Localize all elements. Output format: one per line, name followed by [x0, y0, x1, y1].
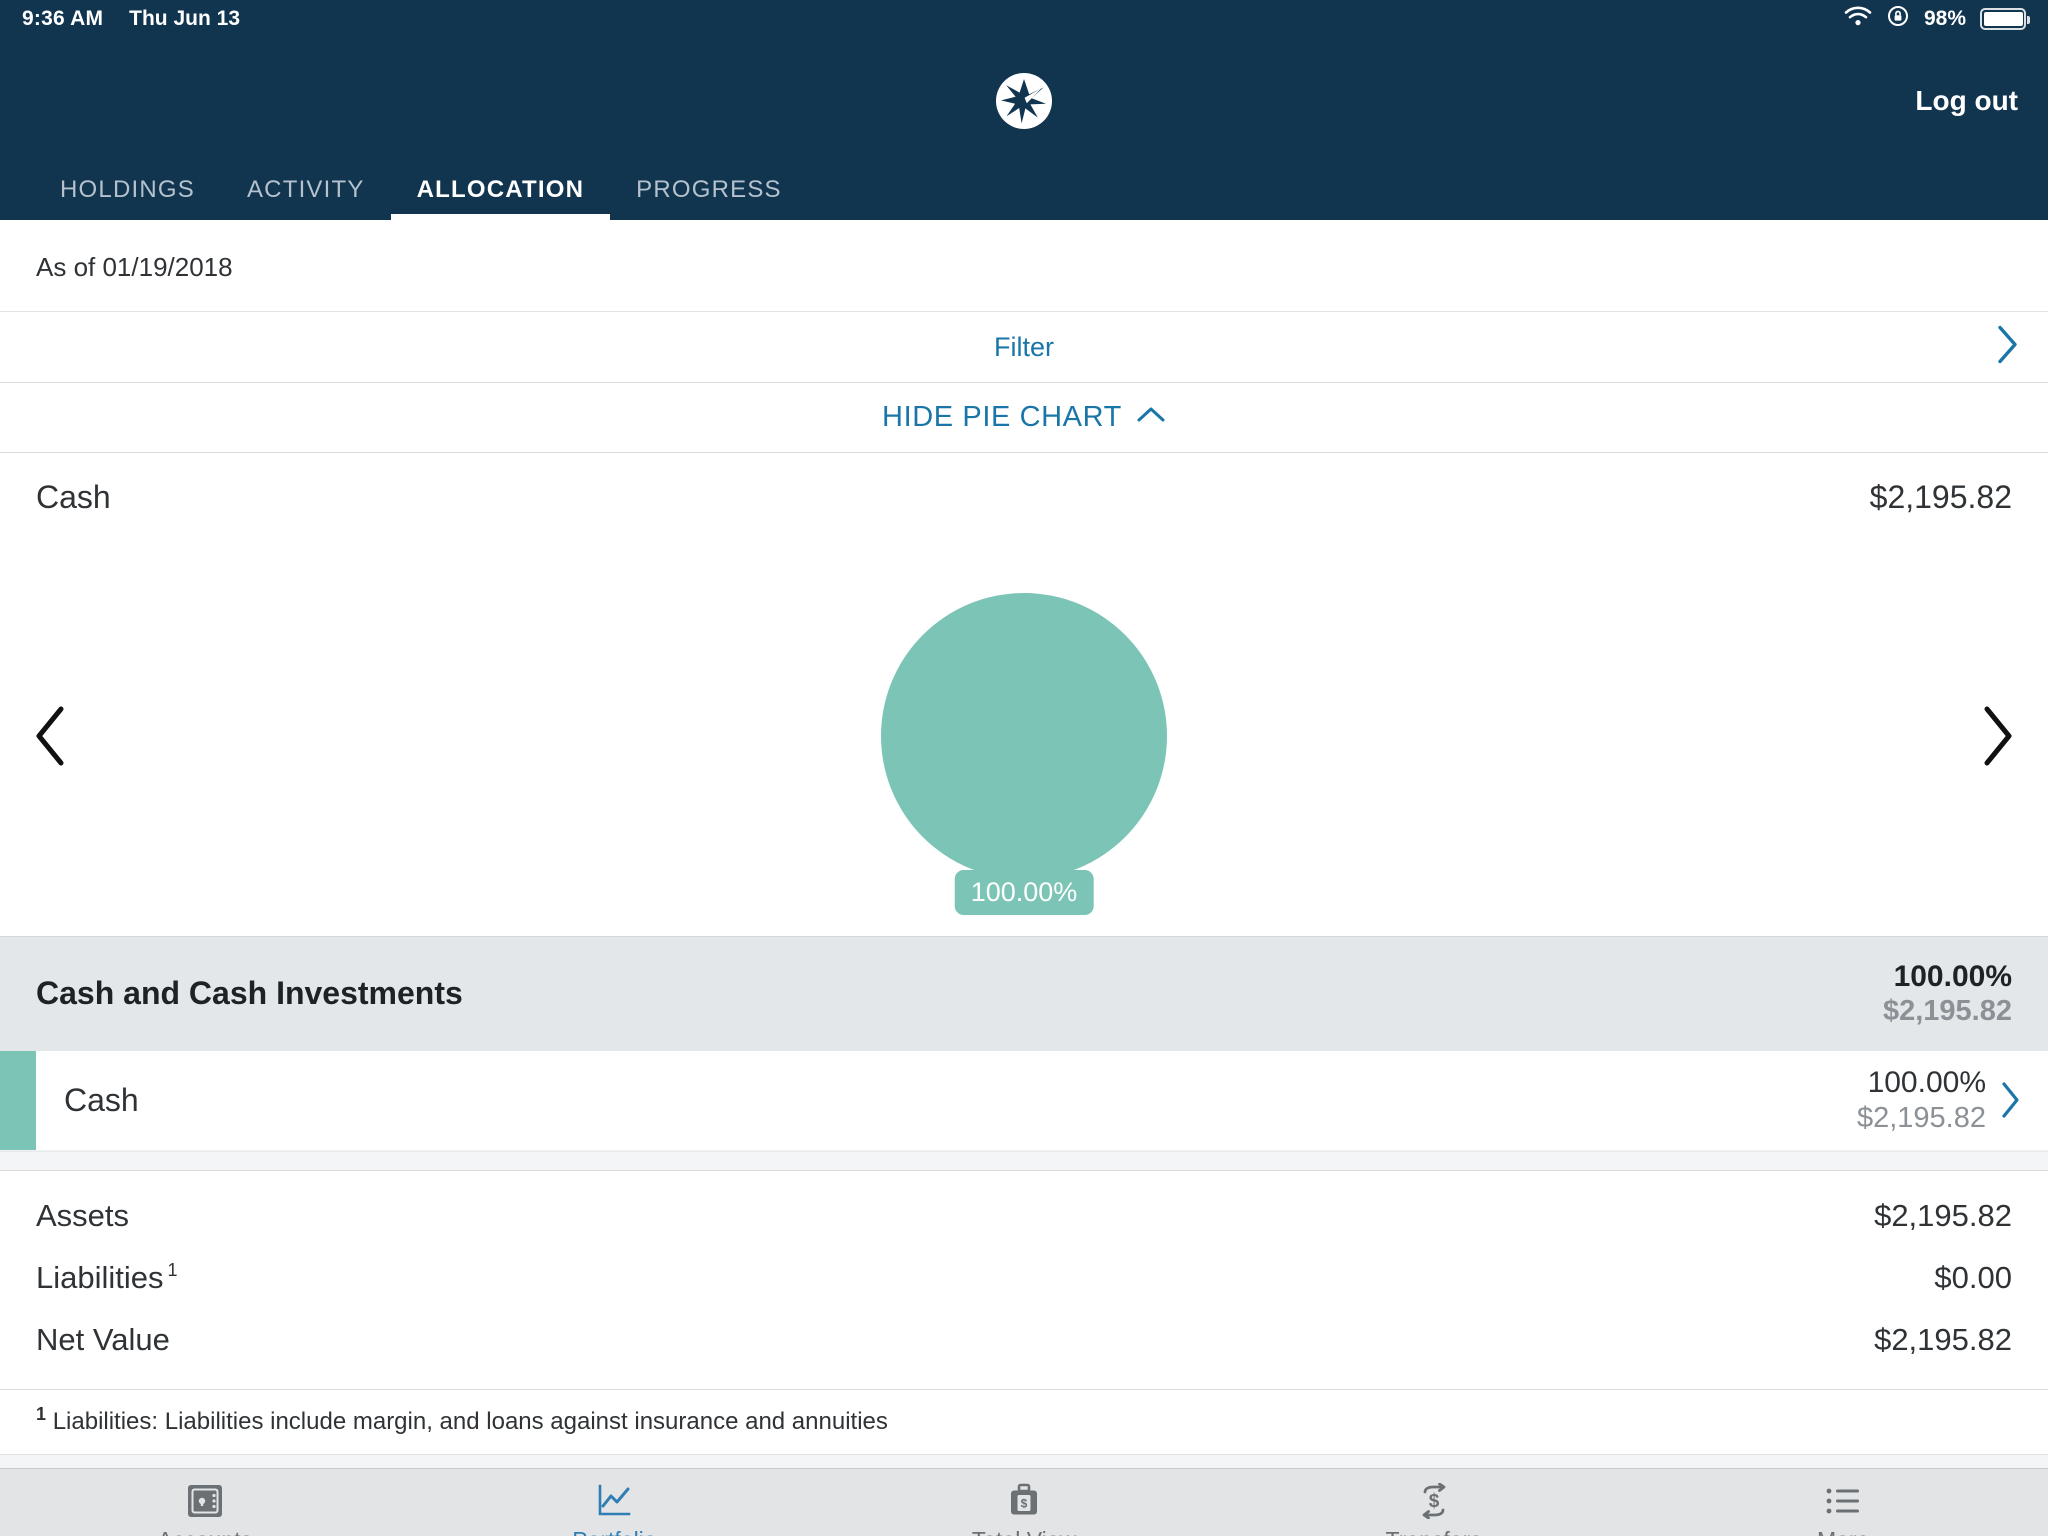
app-screen: 9:36 AM Thu Jun 13 98% Log out HOLDINGS … [0, 0, 2048, 1536]
nav-label-more: More [1817, 1527, 1869, 1536]
summary-label: Cash [36, 479, 111, 515]
row-label: Cash [64, 1081, 139, 1118]
list-icon [1825, 1481, 1861, 1521]
svg-text:$: $ [1021, 1496, 1028, 1510]
allocation-group-title: Cash and Cash Investments [36, 975, 463, 1012]
row-values: 100.00% $2,195.82 [1857, 1065, 2000, 1135]
battery-percent: 98% [1923, 7, 1966, 30]
line-chart-icon [595, 1481, 633, 1521]
nav-item-accounts[interactable]: Accounts [0, 1481, 410, 1536]
summary-value: $2,195.82 [1869, 479, 2012, 515]
footnote-text: Liabilities: Liabilities include margin,… [52, 1407, 888, 1435]
totals-section: Assets $2,195.82 Liabilities 1 $0.00 Net … [0, 1171, 2048, 1389]
briefcase-dollar-icon: $ [1007, 1481, 1041, 1521]
status-bar-right: 98% [1844, 4, 2030, 34]
hide-pie-chart-label: HIDE PIE CHART [882, 401, 1122, 433]
pie-slice-cash-and-cash-investments [881, 593, 1167, 879]
bottom-tab-bar: Accounts Portfolio $ Total View [0, 1467, 2048, 1536]
nav-item-transfers[interactable]: $ Transfers [1229, 1481, 1639, 1536]
status-bar-time: 9:36 AM [22, 7, 104, 30]
row-color-swatch [0, 1050, 36, 1150]
nav-label-transfers: Transfers [1385, 1527, 1481, 1536]
nav-item-portfolio[interactable]: Portfolio [410, 1481, 820, 1536]
chevron-left-icon[interactable] [28, 704, 72, 768]
as-of-date: As of 01/19/2018 [36, 252, 233, 282]
status-bar: 9:36 AM Thu Jun 13 98% [0, 0, 2048, 38]
totals-row-net-value: Net Value $2,195.82 [36, 1309, 2012, 1371]
totals-value-net-value: $2,195.82 [1874, 1321, 2012, 1357]
allocation-group-amount: $2,195.82 [1882, 995, 2012, 1028]
section-divider [0, 1150, 2048, 1171]
status-bar-date: Thu Jun 13 [129, 7, 241, 30]
primary-tab-bar: HOLDINGS ACTIVITY ALLOCATION PROGRESS [0, 164, 2048, 220]
rotation-lock-icon [1886, 4, 1910, 34]
chevron-right-icon-carousel[interactable] [1976, 704, 2020, 768]
content-tail-band [0, 1453, 2048, 1468]
nav-item-more[interactable]: More [1638, 1481, 2048, 1536]
filter-row[interactable]: Filter [0, 311, 2048, 383]
totals-row-liabilities: Liabilities 1 $0.00 [36, 1247, 2012, 1309]
transfer-dollar-icon: $ [1416, 1481, 1452, 1521]
chevron-up-icon [1136, 405, 1166, 430]
tab-allocation[interactable]: ALLOCATION [390, 176, 611, 220]
footnote-marker-label: 1 [36, 1403, 47, 1424]
totals-label-net-value: Net Value [36, 1321, 170, 1357]
totals-row-assets: Assets $2,195.82 [36, 1185, 2012, 1247]
totals-value-assets: $2,195.82 [1874, 1197, 2012, 1233]
totals-label-assets: Assets [36, 1197, 130, 1233]
pie-chart-area: 100.00% [0, 536, 2048, 936]
filter-label: Filter [994, 331, 1054, 362]
chevron-right-icon [1996, 324, 2020, 371]
nav-label-portfolio: Portfolio [572, 1527, 656, 1536]
chevron-right-icon-row[interactable] [2000, 1080, 2048, 1120]
hide-pie-chart-toggle[interactable]: HIDE PIE CHART [0, 383, 2048, 453]
safe-vault-icon [186, 1481, 224, 1521]
allocation-group-values: 100.00% $2,195.82 [1883, 959, 2012, 1029]
table-row[interactable]: Cash 100.00% $2,195.82 [0, 1050, 2048, 1151]
totals-label-liabilities: Liabilities 1 [36, 1259, 178, 1295]
ameriprise-star-logo [993, 70, 1055, 132]
wifi-icon [1844, 5, 1872, 33]
nav-label-total-view: Total View [972, 1527, 1076, 1536]
pie-chart: 100.00% [881, 593, 1167, 915]
nav-label-accounts: Accounts [157, 1527, 252, 1536]
footnote: 1 Liabilities: Liabilities include margi… [0, 1388, 2048, 1454]
summary-row: Cash $2,195.82 [0, 453, 2048, 536]
logout-button[interactable]: Log out [1915, 85, 2018, 117]
app-header: Log out [0, 38, 2048, 164]
tab-activity[interactable]: ACTIVITY [221, 176, 391, 220]
allocation-group-percent: 100.00% [1893, 960, 2012, 993]
allocation-content: As of 01/19/2018 Filter HIDE PIE CHART C… [0, 220, 2048, 1468]
row-percent: 100.00% [1867, 1066, 1986, 1100]
row-amount: $2,195.82 [1856, 1101, 1986, 1134]
nav-item-total-view[interactable]: $ Total View [819, 1481, 1229, 1536]
allocation-group-header: Cash and Cash Investments 100.00% $2,195… [0, 936, 2048, 1051]
tab-progress[interactable]: PROGRESS [610, 176, 808, 220]
svg-text:$: $ [1428, 1491, 1439, 1512]
pie-slice-label: 100.00% [954, 870, 1094, 915]
battery-icon [1980, 8, 2030, 30]
footnote-marker: 1 [167, 1260, 178, 1281]
totals-value-liabilities: $0.00 [1934, 1259, 2012, 1295]
tab-holdings[interactable]: HOLDINGS [34, 176, 221, 220]
